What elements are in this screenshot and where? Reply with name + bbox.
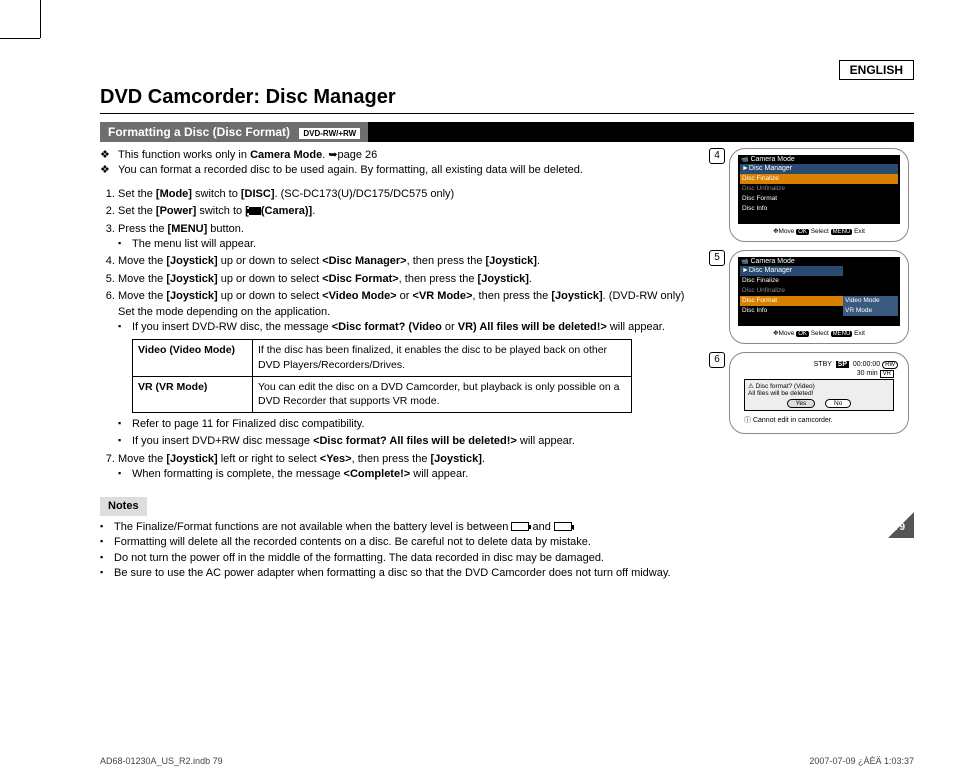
footer: AD68-01230A_US_R2.indb 79 2007-07-09 ¿ÀÈ… <box>100 756 914 766</box>
note-item: Be sure to use the AC power adapter when… <box>114 566 699 581</box>
footer-right: 2007-07-09 ¿ÀÈÄ 1:03:37 <box>809 756 914 766</box>
page-title: DVD Camcorder: Disc Manager <box>100 86 914 114</box>
lcd-screen-4: 📹 Camera Mode ►Disc Manager Disc Finaliz… <box>729 148 909 242</box>
format-badge: DVD-RW/+RW <box>299 128 360 139</box>
battery-icon <box>554 522 572 531</box>
substep: The menu list will appear. <box>132 237 699 252</box>
step: Press the [MENU] button. The menu list w… <box>118 222 699 253</box>
substep: If you insert DVD+RW disc message <Disc … <box>132 434 699 449</box>
screen-step-badge: 4 <box>709 148 725 164</box>
note-item: Do not turn the power off in the middle … <box>114 551 699 566</box>
step: Set the [Power] switch to [(Camera)]. <box>118 204 699 219</box>
notes-list: The Finalize/Format functions are not av… <box>100 520 699 582</box>
footer-left: AD68-01230A_US_R2.indb 79 <box>100 756 223 766</box>
yes-button: Yes <box>787 399 816 408</box>
screen-step-badge: 5 <box>709 250 725 266</box>
mode-table: Video (Video Mode)If the disc has been f… <box>132 339 632 413</box>
intro-item: You can format a recorded disc to be use… <box>118 163 699 178</box>
step: Move the [Joystick] up or down to select… <box>118 272 699 287</box>
substep: When formatting is complete, the message… <box>132 467 699 482</box>
section-header: Formatting a Disc (Disc Format) DVD-RW/+… <box>100 122 914 142</box>
battery-icon <box>511 522 529 531</box>
language-header: ENGLISH <box>100 60 914 80</box>
section-label: Formatting a Disc (Disc Format) DVD-RW/+… <box>100 122 368 142</box>
no-button: No <box>825 399 851 408</box>
note-item: Formatting will delete all the recorded … <box>114 535 699 550</box>
table-row: Video (Video Mode)If the disc has been f… <box>133 340 632 376</box>
intro-list: This function works only in Camera Mode.… <box>100 148 699 179</box>
lcd-screen-6: STBY SP 00:00:00 RW 30 min VR ⚠ Disc for… <box>729 352 909 434</box>
language-label: ENGLISH <box>839 60 914 80</box>
step: Move the [Joystick] up or down to select… <box>118 289 699 450</box>
screen-step-badge: 6 <box>709 352 725 368</box>
step: Set the [Mode] switch to [DISC]. (SC-DC1… <box>118 187 699 202</box>
intro-item: This function works only in Camera Mode.… <box>118 148 699 163</box>
note-item: The Finalize/Format functions are not av… <box>114 520 699 535</box>
step: Move the [Joystick] left or right to sel… <box>118 452 699 483</box>
table-row: VR (VR Mode)You can edit the disc on a D… <box>133 376 632 412</box>
page-number: 79 <box>888 512 914 538</box>
step: Move the [Joystick] up or down to select… <box>118 254 699 269</box>
notes-heading: Notes <box>100 497 147 516</box>
main-content: This function works only in Camera Mode.… <box>100 148 709 582</box>
lcd-screen-5: 📹 Camera Mode ►Disc Manager Disc Finaliz… <box>729 250 909 344</box>
screen-illustrations: 4 📹 Camera Mode ►Disc Manager Disc Final… <box>709 148 914 582</box>
substep: If you insert DVD-RW disc, the message <… <box>132 320 699 335</box>
camera-icon <box>249 207 261 215</box>
steps-list: Set the [Mode] switch to [DISC]. (SC-DC1… <box>100 187 699 483</box>
substep: Refer to page 11 for Finalized disc comp… <box>132 417 699 432</box>
